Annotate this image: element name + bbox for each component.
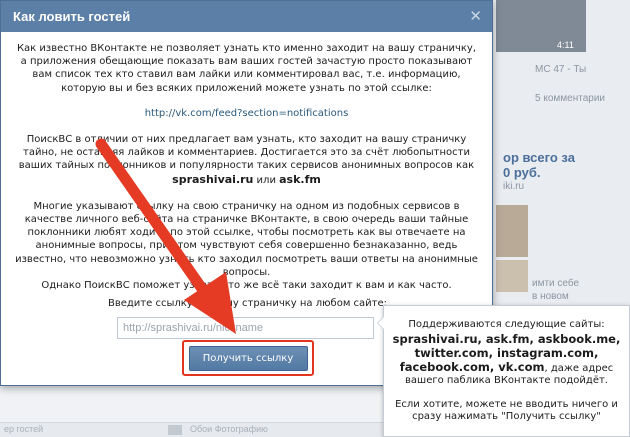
background-bottom-text: Обои Фотографию: [190, 424, 268, 434]
paragraph-secret-admirers: Многие указывают ссылку на свою страничк…: [15, 200, 478, 278]
paragraph-how-it-works: ПоискВС в отличии от них предлагает вам …: [15, 133, 478, 187]
get-link-button[interactable]: Получить ссылку: [188, 345, 308, 371]
background-thumbnail-1: [496, 205, 528, 257]
background-side-text-2: 5 комментарии: [535, 93, 605, 104]
background-side-text-3: имти себе: [532, 278, 580, 289]
supported-sites-tooltip: Поддерживаются следующие сайты: sprashiv…: [377, 305, 630, 437]
paragraph-conclusion: Однако ПоискВС поможет узнать кто же всё…: [41, 280, 452, 292]
or-connector: или: [253, 174, 280, 186]
tooltip-pointer: [377, 316, 384, 330]
tooltip-sites-line-1: sprashivai.ru, ask.fm, askbook.me,: [392, 331, 621, 346]
close-icon[interactable]: ✕: [469, 9, 482, 24]
intro-paragraph: Как известно ВКонтакте не позволяет узна…: [16, 43, 477, 94]
modal-title: Как ловить гостей: [13, 9, 131, 24]
tooltip-supported-intro: Поддерживаются следующие сайты:: [408, 319, 605, 330]
background-side-text-4: в новом: [532, 291, 569, 302]
tooltip-sites-line-3: facebook.com, vk.com, даже адрес вашего …: [392, 360, 621, 388]
site-name-sprashivai: sprashivai.ru: [172, 172, 254, 186]
profile-link-input[interactable]: [117, 317, 374, 339]
background-side-text-1: MC 47 - Ты: [535, 64, 587, 75]
background-promo-text-2: 0 руб.: [503, 165, 541, 180]
site-name-askfm: ask.fm: [279, 172, 321, 186]
background-promo-text-3: iki.ru: [503, 181, 525, 192]
submit-button-highlight: Получить ссылку: [182, 340, 314, 376]
tooltip-sites-line-2: twitter.com, instagram.com,: [414, 345, 599, 360]
background-thumbnail-2: [496, 260, 528, 292]
paragraph-how-it-works-text: ПоискВС в отличии от них предлагает вам …: [18, 134, 475, 172]
tooltip-spacer: [392, 388, 621, 399]
video-duration: 4:11: [557, 40, 574, 50]
background-bottom-icon: [168, 425, 182, 435]
feed-notifications-link[interactable]: http://vk.com/feed?section=notifications: [15, 107, 478, 120]
tooltip-hint: Если хотите, можете не вводить ничего и …: [395, 398, 618, 423]
tooltip-sites-line-3-bold: facebook.com, vk.com: [399, 359, 545, 374]
modal-header: Как ловить гостей ✕: [1, 1, 492, 32]
modal-body: Как известно ВКонтакте не позволяет узна…: [1, 32, 492, 292]
background-promo-text-1: ор всего за: [503, 150, 575, 165]
background-bottom-left-text: ер гостей: [4, 424, 44, 434]
